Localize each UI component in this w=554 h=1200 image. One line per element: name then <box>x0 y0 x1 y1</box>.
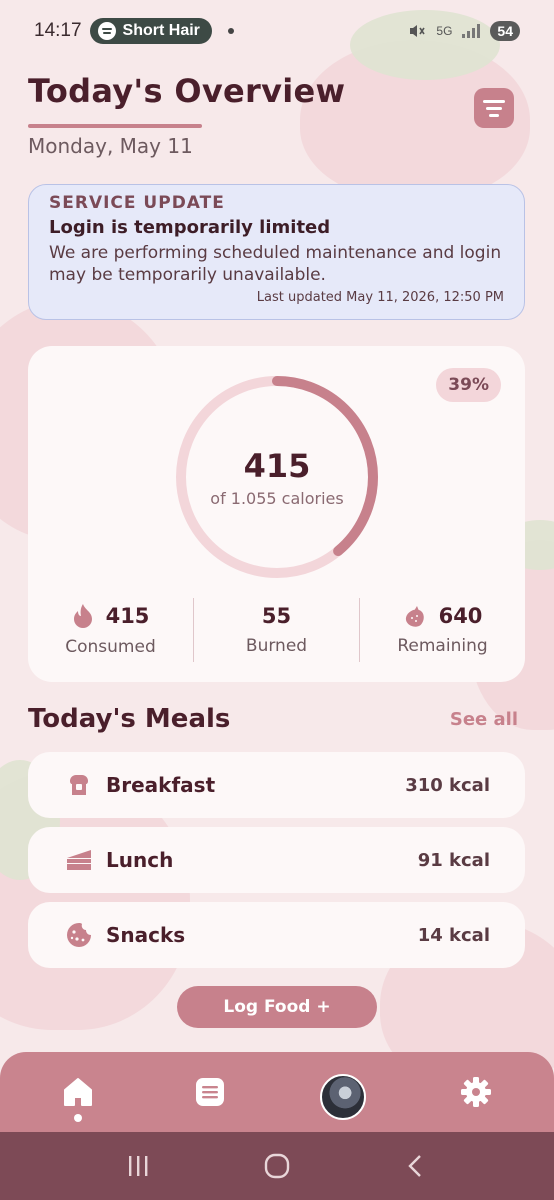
meal-row-breakfast[interactable]: Breakfast 310 kcal <box>28 752 525 818</box>
network-type: 5G <box>436 24 453 38</box>
cookie-icon <box>64 920 94 950</box>
bottom-navigation <box>0 1052 554 1132</box>
stat-burned-label: Burned <box>245 636 308 656</box>
stat-remaining-value: 640 <box>438 604 483 628</box>
filter-button[interactable] <box>474 88 514 128</box>
strawberry-icon <box>405 606 424 627</box>
stat-consumed-value: 415 <box>105 604 150 628</box>
nav-home[interactable] <box>60 1074 96 1110</box>
status-bar: 14:17 Short Hair 5G 54 <box>0 0 554 62</box>
back-icon[interactable] <box>404 1154 428 1178</box>
meal-name: Lunch <box>106 848 174 872</box>
home-icon <box>64 1078 92 1106</box>
status-time: 14:17 <box>34 20 82 41</box>
service-last-updated: Last updated May 11, 2026, 12:50 PM <box>256 290 504 305</box>
active-nav-indicator <box>74 1114 82 1122</box>
meals-title: Today's Meals <box>28 704 231 734</box>
stat-consumed: 415 Consumed <box>28 598 193 662</box>
toast-icon <box>64 770 94 800</box>
title-underline <box>28 124 202 128</box>
percent-badge: 39% <box>436 368 501 402</box>
avatar[interactable] <box>320 1074 366 1120</box>
meal-name: Breakfast <box>106 773 216 797</box>
page-header: Today's Overview Monday, May 11 <box>28 72 526 158</box>
home-button-icon[interactable] <box>263 1152 291 1180</box>
service-heading: SERVICE UPDATE <box>49 193 225 213</box>
filter-icon-line <box>489 113 499 117</box>
recent-apps-icon[interactable] <box>126 1154 150 1178</box>
meal-row-snacks[interactable]: Snacks 14 kcal <box>28 902 525 968</box>
spotify-icon <box>97 22 116 40</box>
log-food-button[interactable]: Log Food + <box>177 986 377 1028</box>
status-indicators: 5G 54 <box>408 21 520 41</box>
notification-dot <box>227 28 234 34</box>
stat-remaining: 640 Remaining <box>359 598 525 662</box>
service-body: We are performing scheduled maintenance … <box>49 243 502 285</box>
filter-icon <box>483 99 505 103</box>
service-update-banner: SERVICE UPDATE Login is temporarily limi… <box>28 184 525 320</box>
calorie-stats: 415 Consumed 55 Burned 640 Remaining <box>28 598 525 662</box>
meal-kcal: 310 kcal <box>405 774 490 796</box>
filter-icon-line <box>486 106 502 110</box>
meal-name: Snacks <box>106 923 186 947</box>
service-title: Login is temporarily limited <box>49 217 331 238</box>
nav-list[interactable] <box>192 1074 228 1110</box>
page-date: Monday, May 11 <box>28 134 193 158</box>
battery-indicator: 54 <box>490 21 520 41</box>
stat-burned-value: 55 <box>261 604 292 628</box>
signal-icon <box>462 24 481 38</box>
calorie-progress-ring: 415 of 1.055 calories <box>172 372 382 582</box>
see-all-link[interactable]: See all <box>450 709 518 730</box>
cake-slice-icon <box>64 845 94 875</box>
calorie-goal-label: of 1.055 calories <box>210 488 344 508</box>
stat-consumed-label: Consumed <box>65 637 156 657</box>
list-icon <box>196 1078 224 1106</box>
media-playing-pill[interactable]: Short Hair <box>89 18 212 44</box>
system-navigation-bar <box>0 1132 554 1200</box>
gear-icon <box>461 1077 491 1107</box>
meal-kcal: 14 kcal <box>417 924 490 946</box>
stat-remaining-label: Remaining <box>397 636 488 656</box>
nav-settings[interactable] <box>458 1074 494 1110</box>
meal-kcal: 91 kcal <box>417 849 490 871</box>
mute-icon <box>410 25 426 37</box>
meals-header: Today's Meals See all <box>28 704 518 734</box>
calorie-summary-card: 39% 415 of 1.055 calories 415 Consumed 5… <box>28 346 525 682</box>
media-title: Short Hair <box>122 22 200 39</box>
stat-burned: 55 Burned <box>193 598 359 662</box>
consumed-calories: 415 <box>243 446 311 485</box>
meal-row-lunch[interactable]: Lunch 91 kcal <box>28 827 525 893</box>
flame-icon <box>73 604 92 628</box>
page-title: Today's Overview <box>28 72 346 110</box>
